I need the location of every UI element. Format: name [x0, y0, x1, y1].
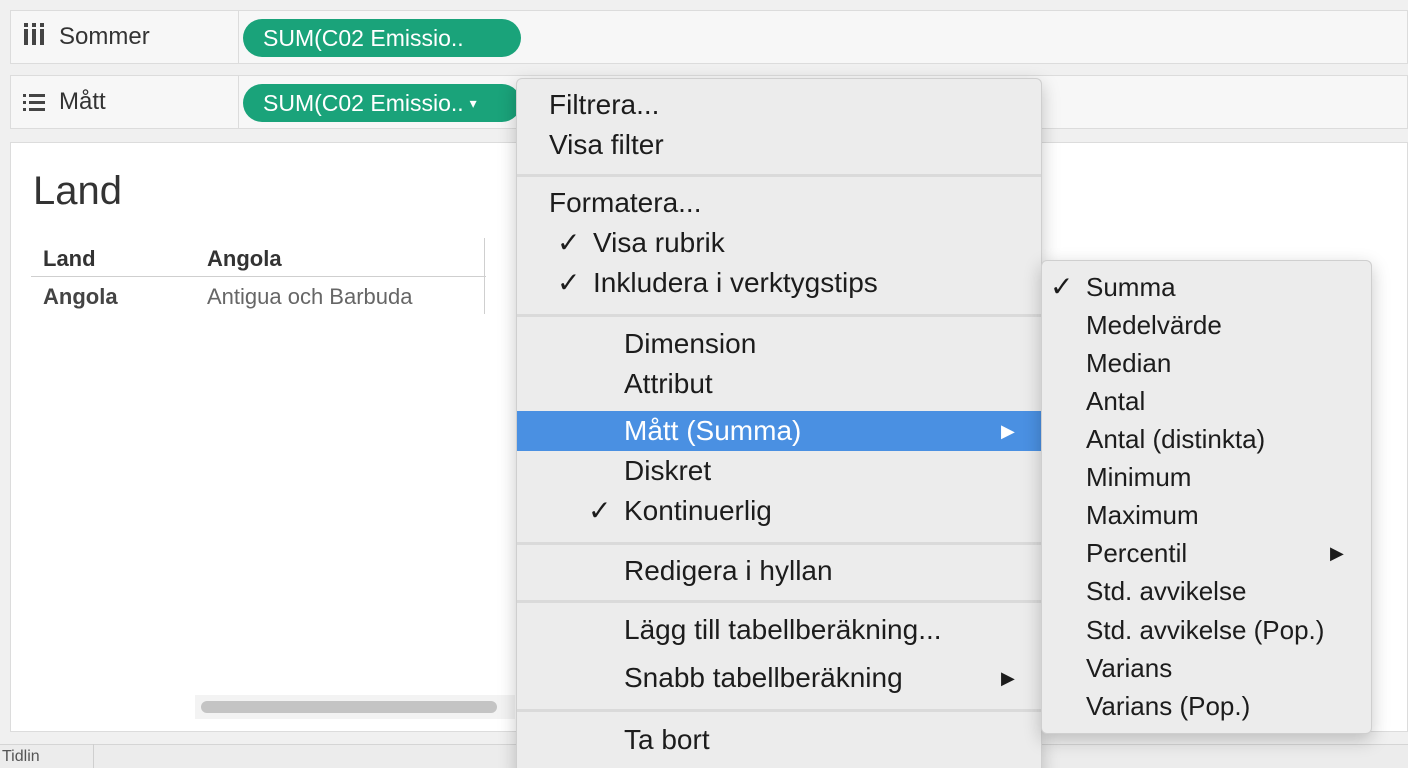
submenu-item-label: Median	[1086, 348, 1172, 378]
scrollbar-thumb[interactable]	[201, 701, 497, 713]
submenu-item-label: Antal (distinkta)	[1086, 424, 1266, 454]
menu-item-label: Filtrera...	[549, 89, 660, 120]
menu-item-label: Snabb tabellberäkning	[624, 662, 903, 693]
submenu-item-label: Varians (Pop.)	[1086, 691, 1251, 721]
submenu-item-summa[interactable]: ✓ Summa	[1042, 268, 1371, 306]
table-row-label: Angola	[43, 284, 118, 309]
menu-separator	[517, 709, 1041, 712]
sheet-title: Land	[33, 169, 122, 213]
menu-item-label: Visa filter	[549, 129, 664, 160]
menu-item-ta-bort[interactable]: Ta bort	[517, 720, 1041, 760]
checkmark-icon: ✓	[557, 227, 581, 258]
columns-icon	[23, 23, 45, 48]
menu-item-attribut[interactable]: Attribut	[517, 364, 1041, 404]
submenu-item-maximum[interactable]: Maximum	[1042, 496, 1371, 534]
menu-item-lagg-till-tabellberakning[interactable]: Lägg till tabellberäkning...	[517, 610, 1041, 650]
submenu-item-median[interactable]: Median	[1042, 344, 1371, 382]
columns-pill-label: SUM(C02 Emissio..	[263, 24, 464, 51]
checkmark-icon: ✓	[588, 495, 612, 526]
checkmark-icon: ✓	[1050, 271, 1074, 302]
menu-item-matt-summa[interactable]: Mått (Summa) ▶	[517, 411, 1041, 451]
submenu-item-minimum[interactable]: Minimum	[1042, 458, 1371, 496]
table-header-angola: Angola	[207, 246, 282, 271]
menu-item-dimension[interactable]: Dimension	[517, 324, 1041, 364]
rows-measure-pill[interactable]: SUM(C02 Emissio.. ▾	[243, 84, 521, 122]
columns-shelf: Sommer SUM(C02 Emissio..	[10, 10, 1408, 64]
rows-pill-label: SUM(C02 Emissio..	[263, 89, 464, 116]
menu-item-visa-filter[interactable]: Visa filter	[517, 125, 1041, 165]
sheet-tab[interactable]: Tidlin	[0, 744, 94, 768]
menu-item-label: Kontinuerlig	[624, 495, 772, 526]
submenu-item-label: Summa	[1086, 272, 1176, 302]
menu-separator	[517, 600, 1041, 603]
submenu-item-label: Maximum	[1086, 500, 1199, 530]
menu-item-formatera[interactable]: Formatera...	[517, 183, 1041, 223]
rows-shelf-label: Mått	[59, 88, 106, 115]
menu-item-label: Inkludera i verktygstips	[593, 267, 878, 298]
submenu-item-std-avvikelse-pop[interactable]: Std. avvikelse (Pop.)	[1042, 611, 1371, 649]
columns-measure-pill[interactable]: SUM(C02 Emissio..	[243, 19, 521, 57]
menu-separator	[517, 314, 1041, 317]
submenu-item-label: Medelvärde	[1086, 310, 1222, 340]
menu-item-diskret[interactable]: Diskret	[517, 451, 1041, 491]
menu-item-label: Redigera i hyllan	[624, 555, 833, 586]
menu-item-filtrera[interactable]: Filtrera...	[517, 85, 1041, 125]
submenu-item-std-avvikelse[interactable]: Std. avvikelse	[1042, 572, 1371, 610]
menu-item-label: Diskret	[624, 455, 712, 486]
table-column-divider	[484, 238, 485, 314]
submenu-item-label: Antal	[1086, 386, 1146, 416]
submenu-arrow-icon: ▶	[1330, 543, 1344, 563]
menu-item-inkludera-verktygstips[interactable]: ✓ Inkludera i verktygstips	[517, 263, 1041, 303]
menu-item-snabb-tabellberakning[interactable]: Snabb tabellberäkning ▶	[517, 658, 1041, 698]
menu-item-label: Mått (Summa)	[624, 415, 802, 446]
menu-item-label: Ta bort	[624, 724, 710, 755]
submenu-item-antal[interactable]: Antal	[1042, 382, 1371, 420]
submenu-arrow-icon: ▶	[1001, 421, 1015, 441]
menu-item-label: Formatera...	[549, 187, 702, 218]
submenu-item-label: Varians	[1086, 653, 1173, 683]
menu-item-redigera-i-hyllan[interactable]: Redigera i hyllan	[517, 551, 1041, 591]
menu-item-label: Attribut	[624, 368, 713, 399]
table-header-land: Land	[43, 246, 96, 271]
chevron-down-icon[interactable]: ▾	[470, 95, 477, 112]
submenu-item-label: Std. avvikelse (Pop.)	[1086, 615, 1325, 645]
menu-separator	[517, 174, 1041, 177]
rows-icon	[23, 91, 45, 113]
submenu-item-label: Std. avvikelse	[1086, 576, 1247, 606]
submenu-arrow-icon: ▶	[1001, 668, 1015, 688]
menu-separator	[517, 542, 1041, 545]
submenu-item-medelvarde[interactable]: Medelvärde	[1042, 306, 1371, 344]
submenu-item-varians[interactable]: Varians	[1042, 649, 1371, 687]
table-divider	[31, 276, 486, 277]
columns-shelf-label: Sommer	[59, 23, 150, 50]
columns-shelf-header: Sommer	[11, 11, 239, 63]
rows-shelf-header: Mått	[11, 76, 239, 128]
submenu-item-label: Percentil	[1086, 538, 1188, 568]
menu-item-kontinuerlig[interactable]: ✓ Kontinuerlig	[517, 491, 1041, 531]
aggregation-submenu: ✓ Summa Medelvärde Median Antal Antal (d…	[1041, 260, 1372, 734]
submenu-item-label: Minimum	[1086, 462, 1192, 492]
menu-item-label: Visa rubrik	[593, 227, 725, 258]
menu-item-label: Lägg till tabellberäkning...	[624, 614, 942, 645]
menu-item-visa-rubrik[interactable]: ✓ Visa rubrik	[517, 223, 1041, 263]
submenu-item-antal-distinkta[interactable]: Antal (distinkta)	[1042, 420, 1371, 458]
submenu-item-varians-pop[interactable]: Varians (Pop.)	[1042, 687, 1371, 725]
pill-context-menu: Filtrera... Visa filter Formatera... ✓ V…	[516, 78, 1042, 768]
table-cell: Antigua och Barbuda	[207, 284, 413, 309]
checkmark-icon: ✓	[557, 267, 581, 298]
submenu-item-percentil[interactable]: Percentil ▶	[1042, 534, 1371, 572]
menu-item-label: Dimension	[624, 328, 757, 359]
